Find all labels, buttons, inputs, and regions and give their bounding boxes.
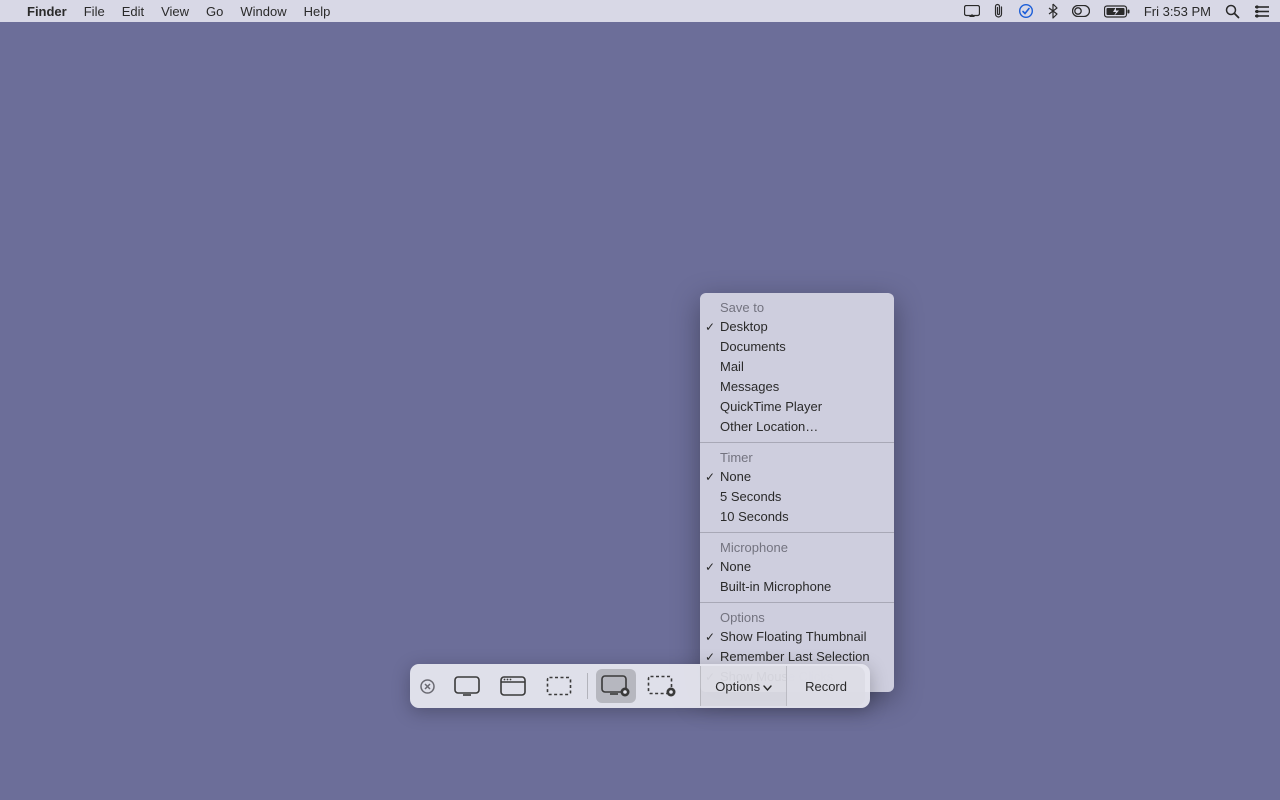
menu-section-timer: Timer	[700, 448, 894, 467]
menu-item-floating-thumbnail[interactable]: ✓ Show Floating Thumbnail	[700, 627, 894, 647]
app-name[interactable]: Finder	[27, 4, 67, 19]
toolbar-separator	[587, 673, 588, 699]
record-button[interactable]: Record	[786, 666, 865, 706]
chevron-down-icon	[763, 679, 772, 694]
close-button[interactable]	[417, 676, 437, 696]
menu-view[interactable]: View	[161, 4, 189, 19]
menu-item-save-documents[interactable]: Documents	[700, 337, 894, 357]
record-selection-button[interactable]	[642, 669, 682, 703]
capture-mode-group	[441, 669, 585, 703]
menubar: Finder File Edit View Go Window Help Fri…	[0, 0, 1280, 22]
spotlight-icon[interactable]	[1225, 4, 1240, 19]
bluetooth-icon[interactable]	[1048, 3, 1058, 19]
menu-divider	[700, 442, 894, 443]
window-icon	[500, 676, 526, 696]
menu-item-label: QuickTime Player	[720, 399, 822, 414]
menu-item-timer-10s[interactable]: 10 Seconds	[700, 507, 894, 527]
screenshot-options-menu: Save to ✓ Desktop Documents Mail Messages…	[700, 293, 894, 692]
menu-divider	[700, 532, 894, 533]
menu-item-label: Built-in Microphone	[720, 579, 831, 594]
menu-item-timer-5s[interactable]: 5 Seconds	[700, 487, 894, 507]
check-icon: ✓	[705, 318, 715, 336]
menu-item-timer-none[interactable]: ✓ None	[700, 467, 894, 487]
check-icon: ✓	[705, 558, 715, 576]
screenshot-toolbar: Options Record	[410, 664, 870, 708]
control-center-icon[interactable]	[1072, 5, 1090, 17]
menu-go[interactable]: Go	[206, 4, 223, 19]
capture-entire-screen-button[interactable]	[447, 669, 487, 703]
menu-item-label: 5 Seconds	[720, 489, 781, 504]
menu-item-label: Remember Last Selection	[720, 649, 870, 664]
menu-edit[interactable]: Edit	[122, 4, 144, 19]
menu-item-save-desktop[interactable]: ✓ Desktop	[700, 317, 894, 337]
attachment-icon[interactable]	[994, 3, 1004, 19]
menu-item-label: Other Location…	[720, 419, 818, 434]
capture-selection-button[interactable]	[539, 669, 579, 703]
record-entire-screen-button[interactable]	[596, 669, 636, 703]
menu-item-save-quicktime[interactable]: QuickTime Player	[700, 397, 894, 417]
menu-item-save-other[interactable]: Other Location…	[700, 417, 894, 437]
menu-item-save-messages[interactable]: Messages	[700, 377, 894, 397]
menubar-left: Finder File Edit View Go Window Help	[10, 4, 330, 19]
menu-help[interactable]: Help	[304, 4, 331, 19]
capture-window-button[interactable]	[493, 669, 533, 703]
check-icon: ✓	[705, 628, 715, 646]
screen-mirroring-icon[interactable]	[964, 5, 980, 18]
menu-file[interactable]: File	[84, 4, 105, 19]
battery-icon[interactable]	[1104, 5, 1130, 18]
menu-window[interactable]: Window	[240, 4, 286, 19]
menu-item-label: 10 Seconds	[720, 509, 789, 524]
menu-item-label: Desktop	[720, 319, 768, 334]
notification-center-icon[interactable]	[1254, 5, 1270, 18]
selection-icon	[546, 676, 572, 696]
menu-section-options: Options	[700, 608, 894, 627]
record-screen-icon	[601, 675, 631, 697]
menubar-right: Fri 3:53 PM	[964, 3, 1270, 19]
record-mode-group	[590, 669, 688, 703]
menu-item-label: Documents	[720, 339, 786, 354]
menu-item-label: Mail	[720, 359, 744, 374]
menubar-clock[interactable]: Fri 3:53 PM	[1144, 4, 1211, 19]
options-button[interactable]: Options	[700, 666, 786, 706]
menu-item-label: None	[720, 559, 751, 574]
menu-item-label: Show Floating Thumbnail	[720, 629, 866, 644]
menu-item-mic-none[interactable]: ✓ None	[700, 557, 894, 577]
screen-icon	[454, 676, 480, 696]
menu-item-label: Messages	[720, 379, 779, 394]
sync-icon[interactable]	[1018, 3, 1034, 19]
menu-item-label: None	[720, 469, 751, 484]
record-label: Record	[805, 679, 847, 694]
check-icon: ✓	[705, 468, 715, 486]
menu-section-microphone: Microphone	[700, 538, 894, 557]
options-label: Options	[715, 679, 760, 694]
menu-item-save-mail[interactable]: Mail	[700, 357, 894, 377]
menu-section-save-to: Save to	[700, 298, 894, 317]
record-selection-icon	[647, 675, 677, 697]
menu-item-mic-builtin[interactable]: Built-in Microphone	[700, 577, 894, 597]
menu-divider	[700, 602, 894, 603]
